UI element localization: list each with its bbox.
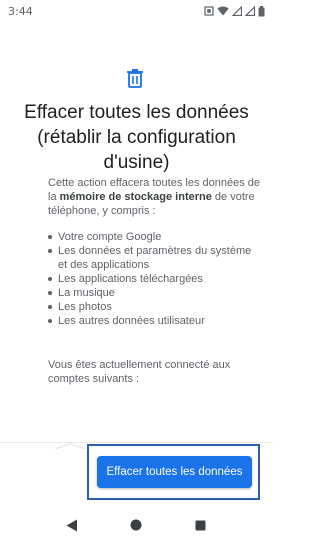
home-icon[interactable] xyxy=(126,515,146,535)
account-note: Vous êtes actuellement connecté aux comp… xyxy=(48,359,231,385)
list-item: Votre compte Google xyxy=(48,230,260,244)
list-item: La musique xyxy=(48,286,260,300)
title-line: d'usine) xyxy=(103,152,170,173)
navigation-bar xyxy=(0,504,273,546)
description: Cette action effacera toutes les données… xyxy=(48,176,260,218)
list-item: Les autres données utilisateur xyxy=(48,314,260,328)
wifi-icon xyxy=(217,6,229,16)
title-line: Effacer toutes les données xyxy=(24,102,249,123)
status-time: 3:44 xyxy=(8,4,33,18)
erase-all-data-button[interactable]: Effacer toutes les données xyxy=(97,456,252,488)
sim-icon xyxy=(204,6,214,16)
status-icons xyxy=(204,5,265,17)
signal-icon xyxy=(245,6,255,16)
trash-icon xyxy=(126,68,144,88)
list-item: Les applications téléchargées xyxy=(48,272,260,286)
status-bar: 3:44 xyxy=(0,0,273,22)
title-line: (rétablir la configuration xyxy=(37,127,236,148)
page-title: Effacer toutes les données (rétablir la … xyxy=(0,100,273,175)
list-item: Les photos xyxy=(48,300,260,314)
footer-divider xyxy=(0,442,273,443)
recents-icon[interactable] xyxy=(191,515,211,535)
description-bold: mémoire de stockage interne xyxy=(59,191,212,203)
back-icon[interactable] xyxy=(62,515,82,535)
content-area: Cette action effacera toutes les données… xyxy=(48,176,260,386)
data-list: Votre compte Google Les données et param… xyxy=(48,230,260,328)
signal-icon xyxy=(232,6,242,16)
battery-icon xyxy=(258,5,265,17)
list-item: Les données et paramètres du système et … xyxy=(48,244,260,272)
